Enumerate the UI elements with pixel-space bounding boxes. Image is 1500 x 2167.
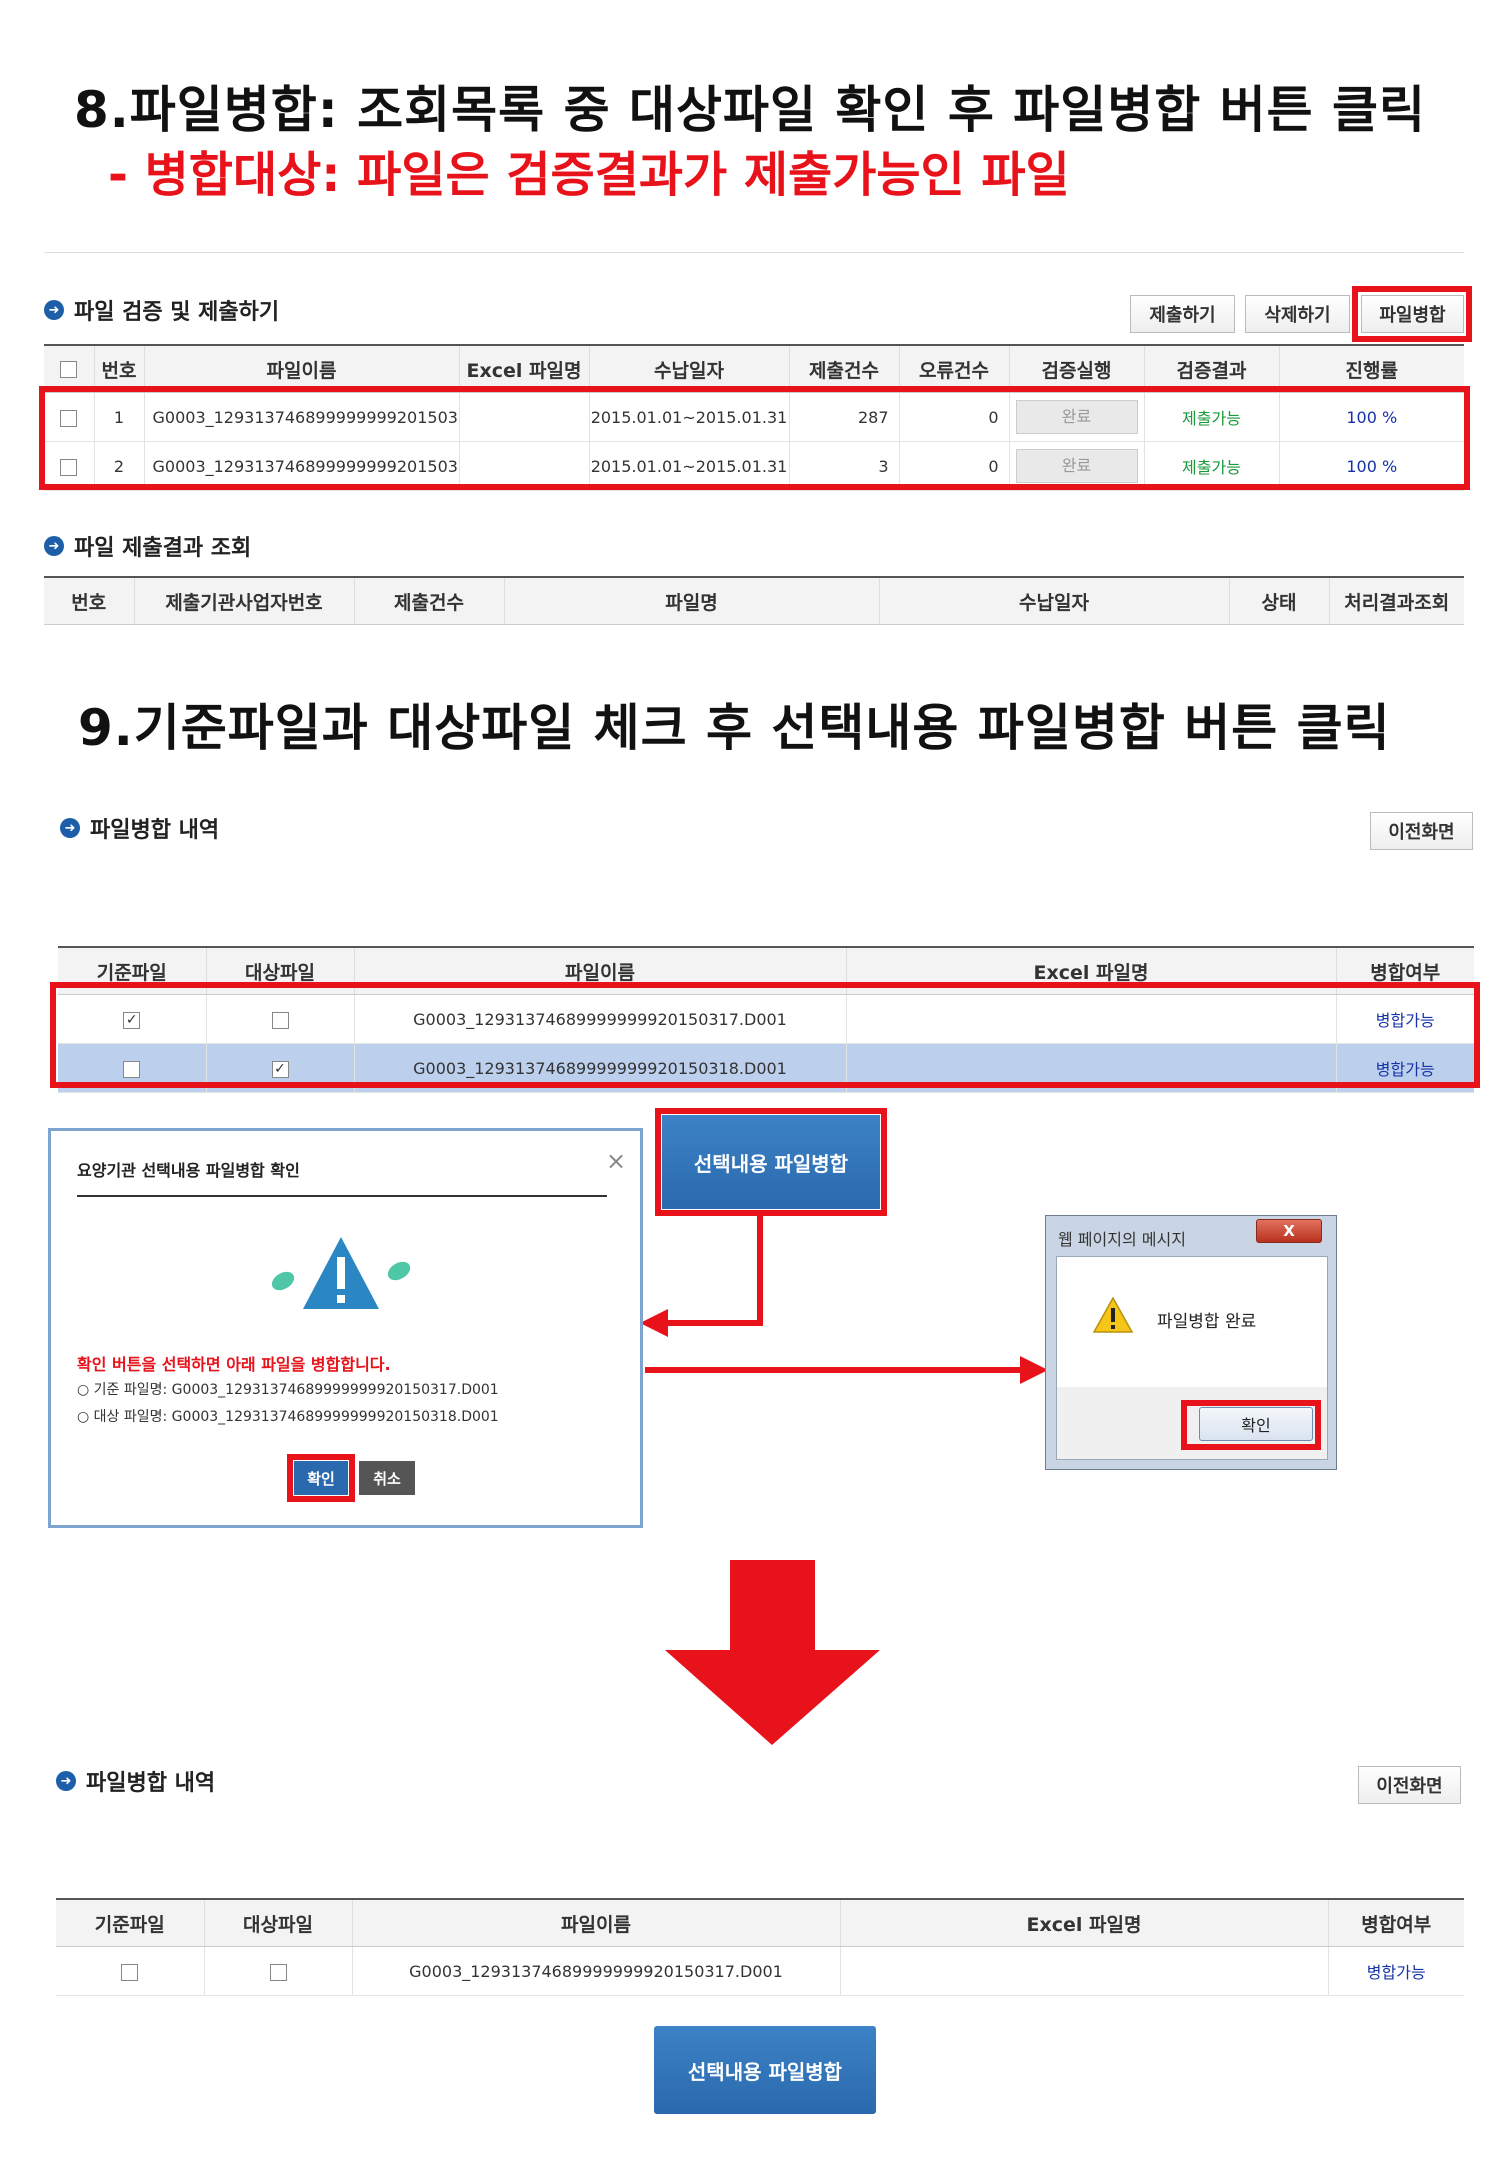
dialog-divider bbox=[77, 1195, 607, 1197]
highlight-merge-button bbox=[1352, 286, 1472, 342]
file-name: G0003_12931374689999999920150317.D001 bbox=[351, 1946, 840, 1996]
confirm-message: 확인 버튼을 선택하면 아래 파일을 병합합니다. bbox=[77, 1355, 391, 1374]
after-section-title: 파일병합 내역 bbox=[86, 1771, 216, 1796]
arrow-line bbox=[662, 1320, 763, 1326]
web-message-window: 웹 페이지의 메시지 X 파일병합 완료 확인 bbox=[1045, 1215, 1337, 1470]
arrow-line bbox=[645, 1367, 1025, 1373]
result-section-title: 파일 제출결과 조회 bbox=[74, 536, 252, 561]
col-header: 대상파일 bbox=[203, 1899, 352, 1947]
window-close-button[interactable]: X bbox=[1256, 1219, 1322, 1243]
col-header: 파일이름 bbox=[351, 1899, 840, 1947]
col-header: Excel 파일명 bbox=[839, 1899, 1328, 1947]
divider bbox=[44, 252, 1464, 253]
warning-icon bbox=[1093, 1297, 1133, 1333]
after-merge-table: 기준파일 대상파일 파일이름 Excel 파일명 병합여부 G0003_1293… bbox=[56, 1898, 1464, 1996]
excel-name bbox=[839, 1946, 1328, 1996]
arrow-line bbox=[757, 1216, 763, 1326]
arrow-bullet-icon: ➜ bbox=[60, 818, 80, 838]
confirm-dialog: 요양기관 선택내용 파일병합 확인 × 확인 버튼을 선택하면 아래 파일을 병… bbox=[48, 1128, 643, 1528]
validation-section-header: ➜ 파일 검증 및 제출하기 bbox=[44, 294, 279, 326]
merge-section-header: ➜ 파일병합 내역 bbox=[60, 812, 219, 844]
validation-section-title: 파일 검증 및 제출하기 bbox=[74, 300, 280, 325]
delete-button[interactable]: 삭제하기 bbox=[1245, 295, 1350, 333]
after-section-header: ➜ 파일병합 내역 bbox=[56, 1765, 215, 1797]
select-all-checkbox[interactable] bbox=[60, 361, 78, 378]
col-header: 파일명 bbox=[503, 577, 879, 625]
merge-selected-button[interactable]: 선택내용 파일병합 bbox=[654, 2026, 876, 2114]
close-icon[interactable]: × bbox=[606, 1147, 626, 1175]
highlight-merge-selected-button bbox=[655, 1108, 887, 1216]
arrow-bullet-icon: ➜ bbox=[56, 1771, 76, 1791]
highlight-web-ok bbox=[1181, 1400, 1321, 1450]
col-header: 기준파일 bbox=[56, 1899, 204, 1947]
down-arrow-icon bbox=[665, 1560, 880, 1745]
target-file-checkbox[interactable] bbox=[269, 1963, 287, 1981]
merge-status: 병합가능 bbox=[1327, 1946, 1464, 1996]
arrow-bullet-icon: ➜ bbox=[44, 300, 64, 320]
col-header: 수납일자 bbox=[878, 577, 1229, 625]
col-header: 처리결과조회 bbox=[1328, 577, 1464, 625]
arrow-right-icon bbox=[1020, 1356, 1048, 1384]
back-button[interactable]: 이전화면 bbox=[1370, 812, 1473, 850]
step8-subtitle: - 병합대상: 파일은 검증결과가 제출가능인 파일 bbox=[108, 147, 1070, 203]
base-file-line: ○ 기준 파일명: G0003_129313746899999999201503… bbox=[77, 1382, 499, 1398]
step8-title: 8.파일병합: 조회목록 중 대상파일 확인 후 파일병합 버튼 클릭 bbox=[74, 81, 1427, 139]
back-button[interactable]: 이전화면 bbox=[1358, 1766, 1461, 1804]
col-header: 제출건수 bbox=[353, 577, 504, 625]
web-message-text: 파일병합 완료 bbox=[1157, 1312, 1257, 1332]
base-file-checkbox[interactable] bbox=[121, 1963, 139, 1981]
web-message-title: 웹 페이지의 메시지 bbox=[1058, 1230, 1186, 1249]
result-section-header: ➜ 파일 제출결과 조회 bbox=[44, 530, 251, 562]
table-header-row: 기준파일 대상파일 파일이름 Excel 파일명 병합여부 bbox=[56, 1899, 1464, 1947]
highlight-confirm-ok bbox=[287, 1454, 355, 1502]
col-header: 병합여부 bbox=[1327, 1899, 1464, 1947]
col-header: 제출기관사업자번호 bbox=[133, 577, 354, 625]
confirm-dialog-title: 요양기관 선택내용 파일병합 확인 bbox=[77, 1161, 300, 1180]
target-file-line: ○ 대상 파일명: G0003_129313746899999999201503… bbox=[77, 1409, 499, 1425]
warning-triangle-icon bbox=[271, 1237, 411, 1309]
result-table: 번호 제출기관사업자번호 제출건수 파일명 수납일자 상태 처리결과조회 bbox=[44, 576, 1464, 625]
step9-title: 9.기준파일과 대상파일 체크 후 선택내용 파일병합 버튼 클릭 bbox=[78, 699, 1391, 757]
arrow-bullet-icon: ➜ bbox=[44, 536, 64, 556]
highlight-merge-rows bbox=[50, 982, 1480, 1088]
merge-section-title: 파일병합 내역 bbox=[90, 818, 220, 843]
confirm-cancel-button[interactable]: 취소 bbox=[359, 1461, 415, 1495]
table-row: G0003_12931374689999999920150317.D001 병합… bbox=[56, 1946, 1464, 1996]
submit-button[interactable]: 제출하기 bbox=[1130, 295, 1235, 333]
arrow-left-icon bbox=[640, 1309, 668, 1337]
table-header-row: 번호 제출기관사업자번호 제출건수 파일명 수납일자 상태 처리결과조회 bbox=[44, 577, 1464, 625]
highlight-target-rows bbox=[39, 386, 1470, 490]
col-header: 상태 bbox=[1228, 577, 1329, 625]
col-header: 번호 bbox=[44, 577, 134, 625]
